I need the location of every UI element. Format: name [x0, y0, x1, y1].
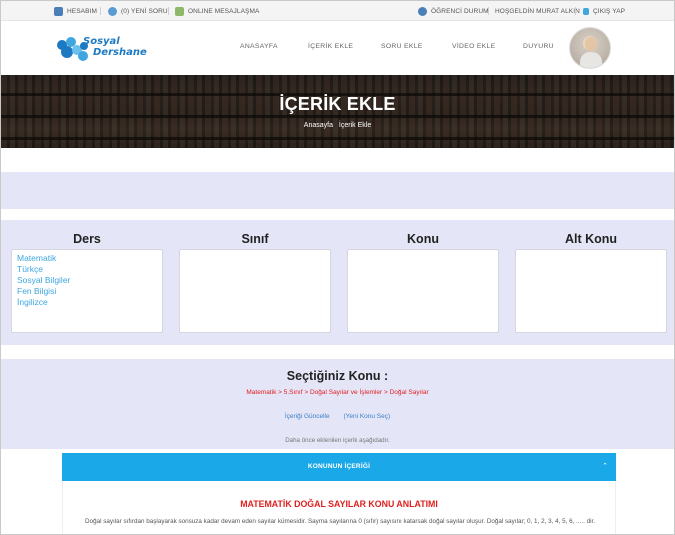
welcome-text: HOŞGELDİN MURAT ALKIN [495, 6, 580, 16]
konu-listbox[interactable] [347, 249, 499, 333]
ders-option-turkce[interactable]: Türkçe [17, 264, 70, 275]
content-text: Doğal sayılar sıfırdan başlayarak sonsuz… [85, 518, 595, 525]
alt-konu-listbox[interactable] [515, 249, 667, 333]
ders-option-fen-bilgisi[interactable]: Fen Bilgisi [17, 286, 70, 297]
account-icon [54, 6, 63, 16]
sinif-title: Sınıf [241, 232, 269, 246]
logo-line2: Dershane [93, 47, 147, 58]
page-title: İÇERİK EKLE [279, 94, 396, 114]
student-status-label: ÖĞRENCİ DURUM [431, 7, 489, 15]
ders-listbox[interactable]: Matematik Türkçe Sosyal Bilgiler Fen Bil… [11, 249, 163, 333]
top-bar: HESABIM (0) YENİ SORU ONLINE MESAJLAŞMA … [1, 1, 674, 21]
content-body: MATEMATİK DOĞAL SAYILAR KONU ANLATIMI Do… [62, 481, 616, 534]
avatar-body [580, 52, 602, 68]
update-content-link[interactable]: İçeriği Güncelle [285, 413, 330, 420]
logo-line1: Sosyal [83, 36, 120, 47]
selection-path: Matematik > 5.Sınıf > Doğal Sayılar ve İ… [246, 389, 429, 396]
welcome-label: HOŞGELDİN MURAT ALKIN [495, 7, 580, 15]
selection-summary: Seçtiğiniz Konu : Matematik > 5.Sınıf > … [1, 359, 674, 449]
topic-selector-panel: Ders Sınıf Konu Alt Konu Matematik Türkç… [1, 220, 674, 345]
content-accordion-header[interactable]: KONUNUN İÇERİĞİ ⌃ [62, 453, 616, 481]
ders-option-ingilizce[interactable]: İngilizce [17, 297, 70, 308]
ders-option-matematik[interactable]: Matematik [17, 253, 70, 264]
konu-title: Konu [407, 232, 439, 246]
new-question-label: (0) YENİ SORU [121, 7, 168, 15]
account-label: HESABIM [67, 7, 97, 15]
divider [488, 7, 489, 15]
nav-video-ekle[interactable]: VİDEO EKLE [452, 43, 495, 50]
lock-icon [583, 7, 589, 15]
info-band [1, 172, 674, 209]
new-topic-link[interactable]: (Yeni Konu Seç) [343, 413, 390, 420]
page-banner: İÇERİK EKLE Anasayfa İçerik Ekle [1, 75, 674, 148]
online-messaging-label: ONLINE MESAJLAŞMA [188, 7, 260, 15]
nav-duyuru[interactable]: DUYURU [523, 43, 554, 50]
breadcrumb-home[interactable]: Anasayfa [304, 122, 333, 129]
nav-icerik-ekle[interactable]: İÇERİK EKLE [308, 43, 353, 50]
chevron-up-icon[interactable]: ⌃ [602, 462, 608, 470]
content-accordion-title: KONUNUN İÇERİĞİ [307, 463, 371, 470]
breadcrumb: Anasayfa İçerik Ekle [1, 122, 674, 129]
breadcrumb-current: İçerik Ekle [338, 122, 372, 129]
content-heading: MATEMATİK DOĞAL SAYILAR KONU ANLATIMI [240, 499, 438, 509]
chat-icon [175, 6, 184, 16]
new-question-link[interactable]: (0) YENİ SORU [108, 6, 168, 16]
account-link[interactable]: HESABIM [54, 6, 97, 16]
existing-content-note: Daha önce eklenilen içerik aşağıdadır. [285, 437, 390, 444]
divider [575, 7, 576, 15]
banner-shelf [1, 115, 674, 118]
logout-link[interactable]: ÇIKIŞ YAP [583, 6, 625, 16]
alt-konu-title: Alt Konu [564, 232, 618, 246]
nav-anasayfa[interactable]: ANASAYFA [240, 43, 278, 50]
selection-actions: İçeriği Güncelle (Yeni Konu Seç) [1, 413, 674, 420]
ders-options: Matematik Türkçe Sosyal Bilgiler Fen Bil… [17, 253, 70, 308]
question-icon [108, 6, 117, 16]
site-logo[interactable]: Sosyal Dershane [53, 35, 158, 63]
ders-option-sosyal-bilgiler[interactable]: Sosyal Bilgiler [17, 275, 70, 286]
banner-shelf [1, 137, 674, 140]
page: HESABIM (0) YENİ SORU ONLINE MESAJLAŞMA … [0, 0, 675, 535]
divider [100, 7, 101, 15]
sinif-listbox[interactable] [179, 249, 331, 333]
selection-title: Seçtiğiniz Konu : [286, 369, 389, 383]
avatar-head [585, 37, 597, 51]
header: Sosyal Dershane ANASAYFA İÇERİK EKLE SOR… [1, 21, 674, 75]
student-icon [418, 6, 427, 16]
online-messaging-link[interactable]: ONLINE MESAJLAŞMA [175, 6, 259, 16]
avatar[interactable] [569, 27, 611, 69]
ders-title: Ders [73, 232, 101, 246]
divider [168, 7, 169, 15]
logout-label: ÇIKIŞ YAP [593, 7, 626, 15]
nav-soru-ekle[interactable]: SORU EKLE [381, 43, 423, 50]
student-status-link[interactable]: ÖĞRENCİ DURUM [418, 6, 489, 16]
